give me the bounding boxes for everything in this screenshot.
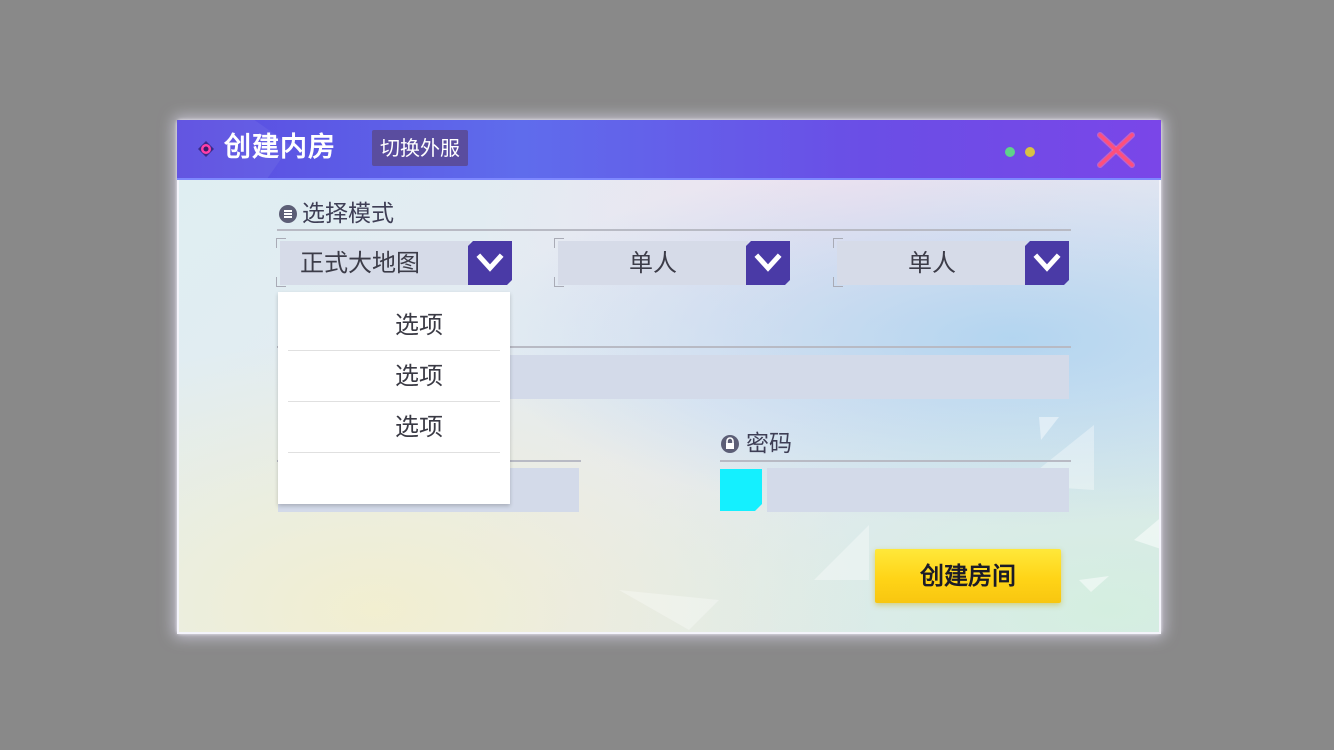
dialog-title: 创建内房 (224, 132, 336, 163)
create-room-button[interactable]: 创建房间 (875, 549, 1061, 603)
password-toggle[interactable] (720, 469, 762, 511)
team-dropdown-value[interactable]: 单人 (558, 241, 748, 285)
password-section-title: 密码 (746, 431, 792, 457)
password-input[interactable] (767, 468, 1069, 512)
list-icon (279, 205, 297, 223)
player-dropdown[interactable]: 单人 (833, 238, 1069, 287)
dropdown-option[interactable]: 选项 (288, 300, 500, 351)
record-icon (198, 141, 214, 157)
status-dot-yellow (1025, 147, 1035, 157)
password-divider (720, 460, 1071, 462)
title-bar: 创建内房 切换外服 (177, 120, 1161, 180)
mode-divider (277, 229, 1071, 231)
status-dot-green (1005, 147, 1015, 157)
mode-section-title: 选择模式 (302, 201, 394, 227)
dropdown-popup: 选项 选项 选项 (278, 292, 510, 504)
chevron-down-icon[interactable] (746, 241, 790, 285)
chevron-down-icon[interactable] (468, 241, 512, 285)
map-dropdown-value[interactable]: 正式大地图 (280, 241, 470, 285)
switch-server-button[interactable]: 切换外服 (372, 130, 468, 166)
dropdown-option[interactable]: 选项 (288, 402, 500, 453)
chevron-down-icon[interactable] (1025, 241, 1069, 285)
close-icon[interactable] (1094, 130, 1138, 170)
lock-icon (721, 435, 739, 453)
map-dropdown[interactable]: 正式大地图 (276, 238, 512, 287)
dropdown-option[interactable]: 选项 (288, 351, 500, 402)
player-dropdown-value[interactable]: 单人 (837, 241, 1027, 285)
team-dropdown[interactable]: 单人 (554, 238, 790, 287)
